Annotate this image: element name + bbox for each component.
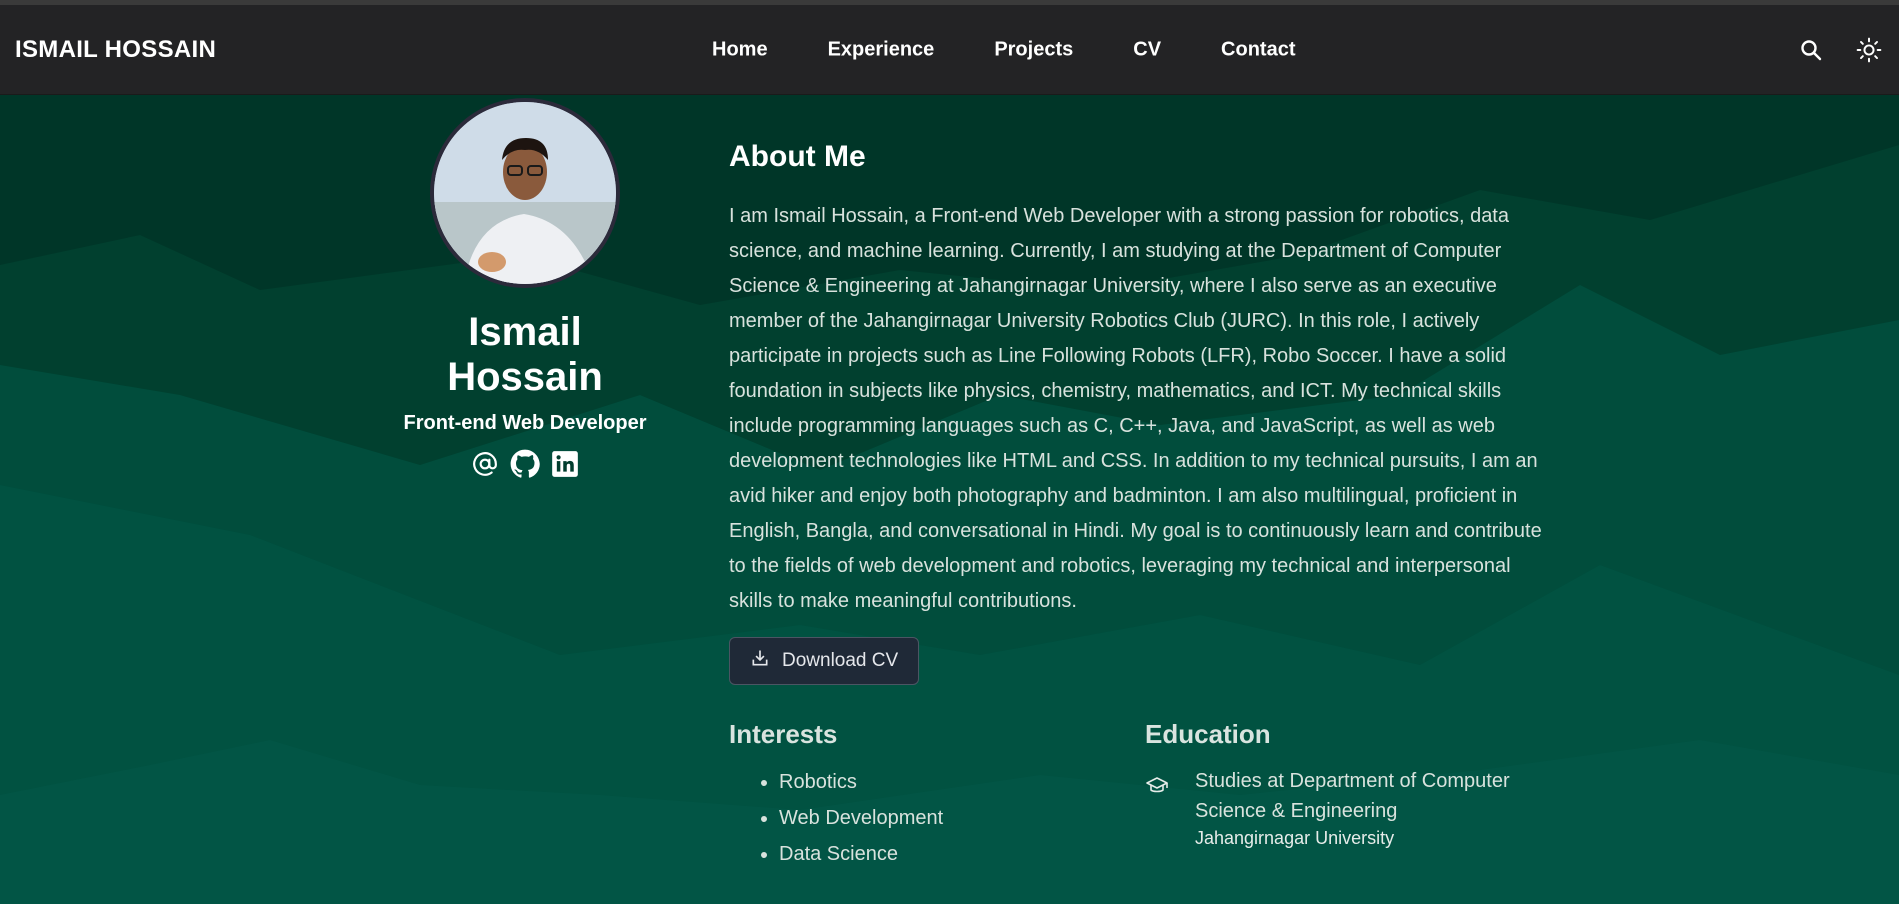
education-degree: Studies at Department of Computer Scienc… <box>1195 770 1510 822</box>
interests-title: Interests <box>729 719 838 749</box>
list-item: Data Science <box>779 836 1145 872</box>
interests-section: Interests Robotics Web Development Data … <box>729 719 1145 872</box>
nav-link-contact[interactable]: Contact <box>1221 38 1295 61</box>
download-cv-button[interactable]: Download CV <box>729 637 920 685</box>
graduation-cap-icon <box>1145 774 1171 800</box>
top-navbar: ISMAIL HOSSAIN Home Experience Projects … <box>0 5 1899 95</box>
main-menu: Home Experience Projects CV Contact <box>712 38 1356 61</box>
details-columns: Interests Robotics Web Development Data … <box>729 719 1551 872</box>
brand-logo[interactable]: ISMAIL HOSSAIN <box>15 36 216 64</box>
download-cv-label: Download CV <box>782 650 899 671</box>
nav-link-projects[interactable]: Projects <box>994 38 1073 61</box>
linkedin-icon[interactable] <box>550 449 580 479</box>
nav-link-home[interactable]: Home <box>712 38 768 61</box>
github-icon[interactable] <box>510 449 540 479</box>
education-text: Studies at Department of Computer Scienc… <box>1195 766 1551 849</box>
nav-link-cv[interactable]: CV <box>1133 38 1161 61</box>
social-links <box>390 449 660 479</box>
interests-list: Robotics Web Development Data Science <box>779 764 1145 872</box>
about-title: About Me <box>729 140 866 173</box>
profile-sidebar: Ismail Hossain Front-end Web Developer <box>390 98 660 479</box>
education-title: Education <box>1145 719 1271 749</box>
list-item: Robotics <box>779 764 1145 800</box>
education-section: Education Studies at Department of Compu… <box>1145 719 1551 872</box>
about-text: I am Ismail Hossain, a Front-end Web Dev… <box>729 205 1542 612</box>
at-sign-icon[interactable] <box>470 449 500 479</box>
sun-icon[interactable] <box>1855 36 1883 64</box>
about-section: About Me I am Ismail Hossain, a Front-en… <box>729 140 1551 872</box>
avatar <box>430 98 620 288</box>
profile-role: Front-end Web Developer <box>403 412 647 434</box>
download-icon <box>750 648 770 674</box>
list-item: Web Development <box>779 800 1145 836</box>
education-item: Studies at Department of Computer Scienc… <box>1145 766 1551 849</box>
nav-link-experience[interactable]: Experience <box>828 38 935 61</box>
education-institution: Jahangirnagar University <box>1195 828 1395 848</box>
nav-actions <box>1797 36 1883 64</box>
profile-name: Ismail Hossain <box>447 310 603 399</box>
search-icon[interactable] <box>1797 36 1825 64</box>
